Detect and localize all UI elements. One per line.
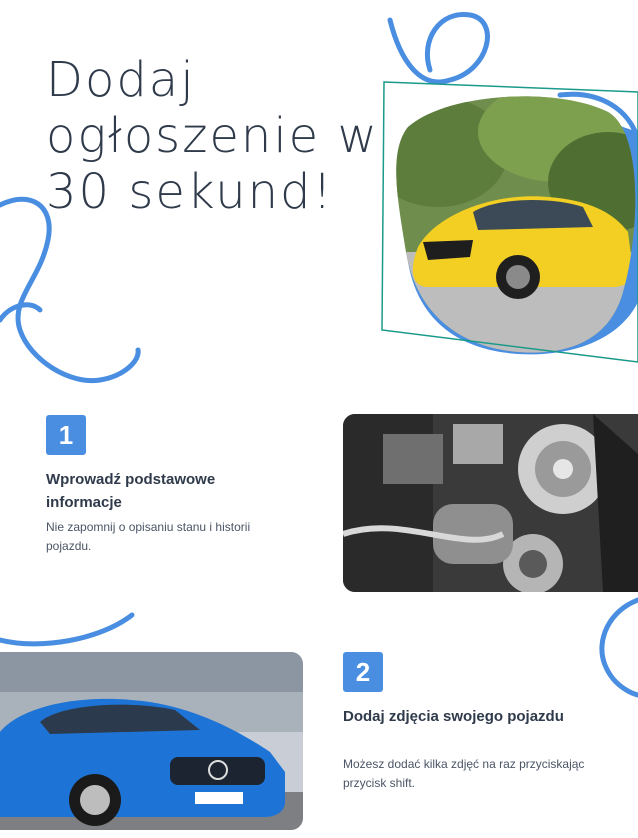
step-2-description: Możesz dodać kilka zdjęć na raz przycisk… xyxy=(343,757,585,790)
step-1-title: Wprowadź podstawowe informacje xyxy=(46,471,216,511)
yellow-sports-car-image xyxy=(381,81,638,363)
engine-image xyxy=(343,414,638,592)
step-2-badge: 2 xyxy=(343,652,383,692)
step-1-badge: 1 xyxy=(46,415,86,455)
step-2-title: Dodaj zdjęcia swojego pojazdu xyxy=(343,708,564,725)
step-1-description: Nie zapomnij o opisaniu stanu i historii… xyxy=(46,520,251,553)
blue-car-image xyxy=(0,652,303,830)
hero-title: Dodaj ogłoszenie w 30 sekund! xyxy=(46,52,379,220)
